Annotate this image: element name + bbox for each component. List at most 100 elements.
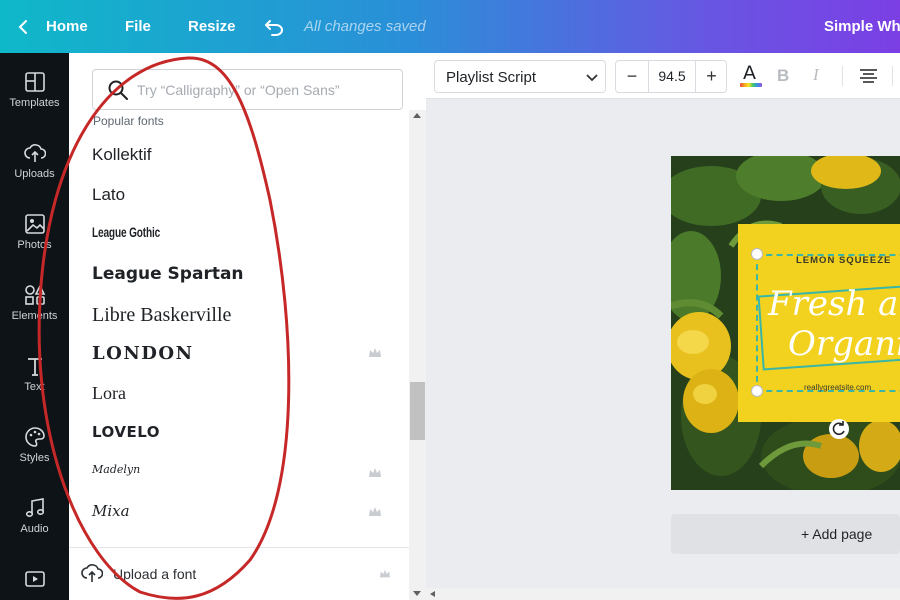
label-title[interactable]: LEMON SQUEEZE — [796, 255, 891, 266]
font-item-madelyn[interactable]: Madelyn — [69, 455, 409, 494]
search-icon — [108, 80, 128, 100]
font-search-box[interactable]: Try “Calligraphy” or “Open Sans” — [92, 69, 403, 110]
font-name: Lora — [92, 383, 126, 403]
font-name: Madelyn — [92, 463, 141, 476]
italic-button[interactable]: I — [813, 65, 819, 85]
home-button[interactable]: Home — [46, 0, 88, 53]
scroll-left-arrow-icon[interactable] — [430, 591, 435, 597]
rail-item-templates[interactable]: Templates — [0, 67, 69, 127]
rail-item-photos[interactable]: Photos — [0, 209, 69, 269]
scroll-down-arrow-icon[interactable] — [413, 591, 421, 596]
font-item-league-gothic[interactable]: League Gothic — [69, 216, 409, 255]
font-size-input[interactable]: 94.5 — [648, 61, 696, 92]
font-family-dropdown[interactable]: Playlist Script — [434, 60, 606, 93]
font-name: Kollektif — [92, 145, 152, 164]
section-label: Popular fonts — [93, 114, 164, 128]
rail-item-text[interactable]: Text — [0, 351, 69, 411]
file-menu[interactable]: File — [125, 0, 151, 53]
upload-cloud-icon — [81, 564, 103, 582]
scrollbar-thumb[interactable] — [410, 382, 425, 440]
font-size-stepper: − 94.5 + — [615, 60, 727, 93]
text-icon — [27, 358, 42, 376]
font-item-lovelo[interactable]: LOVELO — [69, 415, 409, 454]
text-color-button[interactable]: A — [740, 62, 762, 90]
chevron-left-icon — [18, 19, 27, 34]
undo-icon — [265, 19, 283, 36]
text-toolbar: Playlist Script − 94.5 + A B I — [426, 53, 900, 99]
chevron-down-icon — [586, 74, 598, 82]
photo-icon — [24, 214, 45, 234]
top-bar: Home File Resize All changes saved Simpl… — [0, 0, 900, 53]
rail-label: Photos — [17, 239, 52, 251]
shapes-icon — [24, 284, 45, 305]
video-icon — [24, 571, 45, 587]
font-item-mixa[interactable]: Mixa — [69, 494, 409, 533]
add-page-button[interactable]: + Add page — [671, 514, 900, 554]
toolbar-divider — [842, 66, 843, 86]
upload-font-button[interactable]: Upload a font — [69, 548, 409, 600]
design-page[interactable]: LEMON SQUEEZE Fresh and Organic reallygr… — [671, 156, 900, 490]
font-name: League Gothic — [92, 224, 161, 240]
crown-icon — [380, 569, 390, 578]
headline-line-1[interactable]: Fresh and — [768, 284, 900, 324]
undo-button[interactable] — [263, 0, 285, 53]
bold-button[interactable]: B — [777, 66, 789, 86]
font-item-lora[interactable]: Lora — [69, 375, 409, 414]
crown-icon — [369, 348, 381, 357]
decrease-font-size-button[interactable]: − — [616, 61, 648, 92]
text-color-icon: A — [743, 62, 756, 84]
side-nav-rail: Templates Uploads Photos Elements Text S… — [0, 53, 69, 600]
font-item-kollektif[interactable]: Kollektif — [69, 137, 409, 176]
font-name: Lato — [92, 185, 126, 204]
font-panel: Try “Calligraphy” or “Open Sans” Popular… — [69, 53, 426, 600]
rail-item-video[interactable] — [0, 564, 69, 600]
templates-icon — [24, 72, 45, 92]
website-text[interactable]: reallygreatsite.com — [804, 383, 871, 392]
font-name: LOVELO — [92, 423, 161, 441]
rail-label: Styles — [19, 452, 50, 464]
crown-icon — [369, 507, 381, 516]
resize-handle[interactable] — [751, 248, 763, 260]
align-center-icon[interactable] — [859, 69, 878, 83]
font-item-london[interactable]: LONDON — [69, 335, 409, 374]
canvas-horizontal-scrollbar[interactable] — [426, 588, 900, 600]
scroll-up-arrow-icon[interactable] — [413, 113, 421, 118]
font-name: League Spartan — [92, 264, 244, 284]
font-search-placeholder: Try “Calligraphy” or “Open Sans” — [137, 82, 340, 98]
canvas-area: LEMON SQUEEZE Fresh and Organic reallygr… — [426, 99, 900, 588]
font-name: Mixa — [92, 502, 130, 520]
font-list-scrollbar[interactable] — [409, 110, 426, 600]
increase-font-size-button[interactable]: + — [696, 61, 727, 92]
upload-cloud-icon — [23, 144, 46, 162]
palette-icon — [24, 427, 45, 447]
resize-handle[interactable] — [751, 385, 763, 397]
font-item-libre-baskerville[interactable]: Libre Baskerville — [69, 296, 409, 335]
rail-item-styles[interactable]: Styles — [0, 422, 69, 482]
back-button[interactable] — [18, 0, 28, 53]
crown-icon — [369, 468, 381, 477]
document-title[interactable]: Simple Whi — [824, 0, 900, 53]
rail-label: Elements — [11, 310, 58, 322]
font-item-lato[interactable]: Lato — [69, 177, 409, 216]
rotate-icon — [832, 421, 845, 436]
rail-item-audio[interactable]: Audio — [0, 493, 69, 553]
save-status: All changes saved — [304, 18, 426, 35]
toolbar-divider — [892, 66, 893, 86]
rail-label: Templates — [9, 97, 60, 109]
headline-line-2[interactable]: Organic — [788, 324, 900, 364]
add-page-label: + Add page — [801, 526, 873, 542]
rail-label: Uploads — [14, 168, 55, 180]
font-name: Libre Baskerville — [92, 304, 232, 326]
music-note-icon — [25, 498, 44, 518]
font-item-league-spartan[interactable]: League Spartan — [69, 256, 409, 295]
font-family-value: Playlist Script — [446, 69, 537, 86]
rail-label: Text — [24, 381, 45, 393]
rail-item-elements[interactable]: Elements — [0, 280, 69, 340]
rail-label: Audio — [20, 523, 49, 535]
upload-font-label: Upload a font — [113, 566, 197, 582]
resize-button[interactable]: Resize — [188, 0, 236, 53]
color-swatch-bar — [740, 83, 762, 87]
rail-item-uploads[interactable]: Uploads — [0, 138, 69, 198]
rotate-handle[interactable] — [829, 419, 849, 439]
font-name: LONDON — [92, 343, 194, 364]
